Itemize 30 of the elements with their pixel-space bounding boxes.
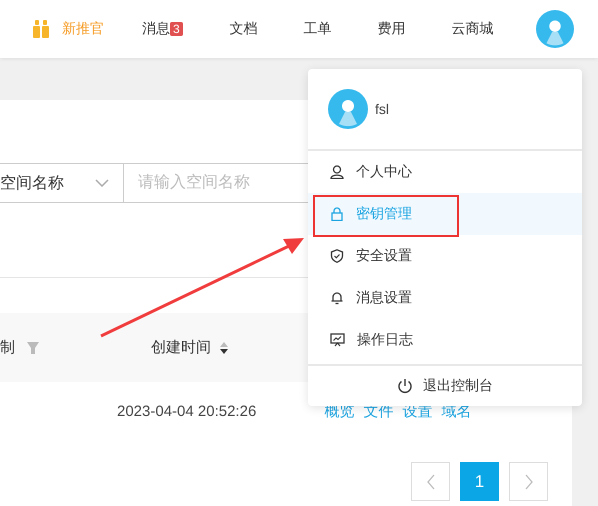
table-cell: 2023-04-04 20:52:26 xyxy=(117,402,256,420)
count-badge: 3 xyxy=(170,22,183,36)
nav-link[interactable]: 工单 xyxy=(304,20,332,38)
shield-icon xyxy=(330,249,344,263)
column-header[interactable]: 创建时间 xyxy=(151,338,211,357)
user-name: fsl xyxy=(375,101,389,117)
chart-monitor-icon xyxy=(330,333,345,347)
chevron-icon xyxy=(95,179,109,187)
chevron-left-icon xyxy=(426,474,436,490)
nav-link[interactable]: 文档 xyxy=(230,20,258,38)
menu-item[interactable]: 消息设置 xyxy=(308,277,582,319)
filter-icon[interactable] xyxy=(27,342,39,354)
next-page-button[interactable] xyxy=(509,462,548,501)
logout-button[interactable]: 退出控制台 xyxy=(391,376,499,396)
avatar-icon xyxy=(328,89,368,129)
prev-page-button[interactable] xyxy=(411,462,450,501)
nav-link[interactable]: 费用 xyxy=(378,20,406,38)
lock-icon xyxy=(330,207,344,221)
gift-icon xyxy=(33,20,49,38)
user-icon xyxy=(330,165,344,179)
power-icon xyxy=(397,378,413,394)
chevron-right-icon xyxy=(524,474,534,490)
menu-item[interactable]: 操作日志 xyxy=(308,319,582,361)
sort-icon[interactable] xyxy=(219,340,229,354)
nav-link[interactable]: 云商城 xyxy=(452,20,494,38)
bell-icon xyxy=(330,291,344,305)
avatar-icon[interactable] xyxy=(536,10,574,48)
menu-item[interactable]: 安全设置 xyxy=(308,235,582,277)
column-header[interactable]: 制 xyxy=(0,338,15,357)
nav-link[interactable]: 消息 xyxy=(142,20,170,38)
